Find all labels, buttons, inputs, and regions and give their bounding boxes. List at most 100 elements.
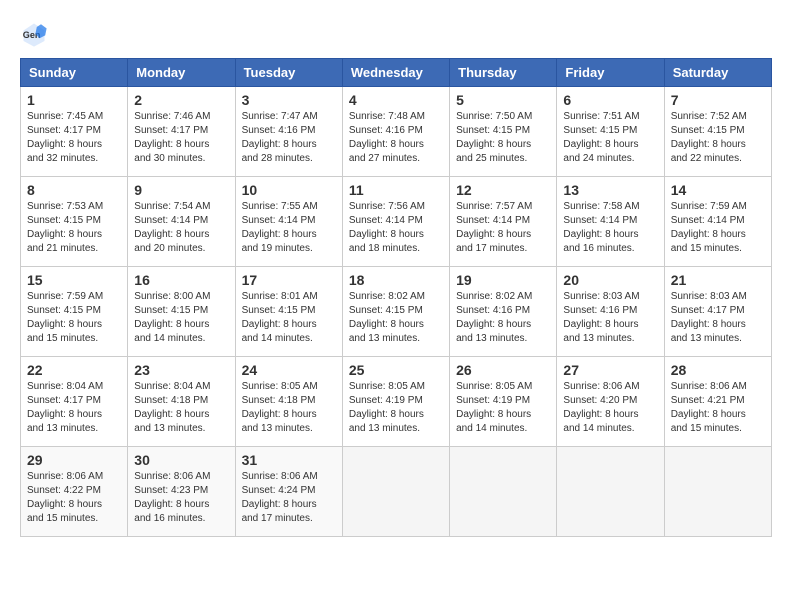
day-info: Sunrise: 8:06 AM Sunset: 4:24 PM Dayligh… — [242, 470, 336, 526]
sunrise-label: Sunrise: 8:04 AM — [134, 381, 210, 392]
sunrise-label: Sunrise: 7:47 AM — [242, 111, 318, 122]
calendar-cell: 16 Sunrise: 8:00 AM Sunset: 4:15 PM Dayl… — [128, 267, 235, 357]
day-info: Sunrise: 8:06 AM Sunset: 4:22 PM Dayligh… — [27, 470, 121, 526]
sunset-label: Sunset: 4:24 PM — [242, 485, 316, 496]
sunrise-label: Sunrise: 8:06 AM — [671, 381, 747, 392]
calendar-week-3: 15 Sunrise: 7:59 AM Sunset: 4:15 PM Dayl… — [21, 267, 772, 357]
day-number: 2 — [134, 92, 228, 108]
daylight-label: Daylight: 8 hours and 17 minutes. — [242, 499, 317, 524]
daylight-label: Daylight: 8 hours and 16 minutes. — [134, 499, 209, 524]
sunset-label: Sunset: 4:17 PM — [671, 305, 745, 316]
day-info: Sunrise: 7:58 AM Sunset: 4:14 PM Dayligh… — [563, 200, 657, 256]
sunset-label: Sunset: 4:23 PM — [134, 485, 208, 496]
sunset-label: Sunset: 4:14 PM — [242, 215, 316, 226]
col-header-sunday: Sunday — [21, 59, 128, 87]
calendar-cell: 10 Sunrise: 7:55 AM Sunset: 4:14 PM Dayl… — [235, 177, 342, 267]
calendar-cell: 26 Sunrise: 8:05 AM Sunset: 4:19 PM Dayl… — [450, 357, 557, 447]
sunset-label: Sunset: 4:15 PM — [27, 215, 101, 226]
day-info: Sunrise: 7:51 AM Sunset: 4:15 PM Dayligh… — [563, 110, 657, 166]
day-info: Sunrise: 8:00 AM Sunset: 4:15 PM Dayligh… — [134, 290, 228, 346]
day-info: Sunrise: 7:48 AM Sunset: 4:16 PM Dayligh… — [349, 110, 443, 166]
daylight-label: Daylight: 8 hours and 13 minutes. — [134, 409, 209, 434]
daylight-label: Daylight: 8 hours and 13 minutes. — [563, 319, 638, 344]
sunset-label: Sunset: 4:15 PM — [671, 125, 745, 136]
col-header-friday: Friday — [557, 59, 664, 87]
daylight-label: Daylight: 8 hours and 14 minutes. — [563, 409, 638, 434]
sunset-label: Sunset: 4:14 PM — [349, 215, 423, 226]
day-info: Sunrise: 8:05 AM Sunset: 4:19 PM Dayligh… — [349, 380, 443, 436]
daylight-label: Daylight: 8 hours and 27 minutes. — [349, 139, 424, 164]
calendar-cell: 30 Sunrise: 8:06 AM Sunset: 4:23 PM Dayl… — [128, 447, 235, 537]
calendar-cell: 7 Sunrise: 7:52 AM Sunset: 4:15 PM Dayli… — [664, 87, 771, 177]
day-number: 28 — [671, 362, 765, 378]
day-info: Sunrise: 7:46 AM Sunset: 4:17 PM Dayligh… — [134, 110, 228, 166]
day-number: 27 — [563, 362, 657, 378]
sunrise-label: Sunrise: 7:55 AM — [242, 201, 318, 212]
day-number: 20 — [563, 272, 657, 288]
daylight-label: Daylight: 8 hours and 15 minutes. — [671, 229, 746, 254]
sunrise-label: Sunrise: 8:05 AM — [349, 381, 425, 392]
day-info: Sunrise: 7:59 AM Sunset: 4:14 PM Dayligh… — [671, 200, 765, 256]
day-number: 9 — [134, 182, 228, 198]
day-number: 29 — [27, 452, 121, 468]
day-number: 14 — [671, 182, 765, 198]
day-info: Sunrise: 7:47 AM Sunset: 4:16 PM Dayligh… — [242, 110, 336, 166]
calendar-cell: 24 Sunrise: 8:05 AM Sunset: 4:18 PM Dayl… — [235, 357, 342, 447]
day-number: 15 — [27, 272, 121, 288]
sunset-label: Sunset: 4:17 PM — [27, 395, 101, 406]
sunset-label: Sunset: 4:17 PM — [134, 125, 208, 136]
sunrise-label: Sunrise: 7:57 AM — [456, 201, 532, 212]
calendar-cell: 15 Sunrise: 7:59 AM Sunset: 4:15 PM Dayl… — [21, 267, 128, 357]
calendar-cell: 28 Sunrise: 8:06 AM Sunset: 4:21 PM Dayl… — [664, 357, 771, 447]
sunset-label: Sunset: 4:16 PM — [242, 125, 316, 136]
day-info: Sunrise: 7:52 AM Sunset: 4:15 PM Dayligh… — [671, 110, 765, 166]
daylight-label: Daylight: 8 hours and 13 minutes. — [671, 319, 746, 344]
calendar-cell: 1 Sunrise: 7:45 AM Sunset: 4:17 PM Dayli… — [21, 87, 128, 177]
day-number: 13 — [563, 182, 657, 198]
logo: Gen — [20, 20, 54, 48]
calendar-cell: 18 Sunrise: 8:02 AM Sunset: 4:15 PM Dayl… — [342, 267, 449, 357]
sunrise-label: Sunrise: 8:00 AM — [134, 291, 210, 302]
day-number: 8 — [27, 182, 121, 198]
sunrise-label: Sunrise: 8:05 AM — [242, 381, 318, 392]
daylight-label: Daylight: 8 hours and 13 minutes. — [27, 409, 102, 434]
day-info: Sunrise: 7:54 AM Sunset: 4:14 PM Dayligh… — [134, 200, 228, 256]
calendar-week-5: 29 Sunrise: 8:06 AM Sunset: 4:22 PM Dayl… — [21, 447, 772, 537]
col-header-monday: Monday — [128, 59, 235, 87]
sunrise-label: Sunrise: 7:59 AM — [671, 201, 747, 212]
calendar-cell — [450, 447, 557, 537]
sunrise-label: Sunrise: 7:56 AM — [349, 201, 425, 212]
sunrise-label: Sunrise: 7:53 AM — [27, 201, 103, 212]
day-info: Sunrise: 8:02 AM Sunset: 4:16 PM Dayligh… — [456, 290, 550, 346]
daylight-label: Daylight: 8 hours and 13 minutes. — [456, 319, 531, 344]
day-info: Sunrise: 8:06 AM Sunset: 4:20 PM Dayligh… — [563, 380, 657, 436]
sunrise-label: Sunrise: 7:46 AM — [134, 111, 210, 122]
sunset-label: Sunset: 4:15 PM — [349, 305, 423, 316]
calendar-week-1: 1 Sunrise: 7:45 AM Sunset: 4:17 PM Dayli… — [21, 87, 772, 177]
daylight-label: Daylight: 8 hours and 14 minutes. — [134, 319, 209, 344]
day-number: 10 — [242, 182, 336, 198]
calendar-cell: 3 Sunrise: 7:47 AM Sunset: 4:16 PM Dayli… — [235, 87, 342, 177]
sunset-label: Sunset: 4:16 PM — [563, 305, 637, 316]
sunset-label: Sunset: 4:15 PM — [563, 125, 637, 136]
calendar-cell: 22 Sunrise: 8:04 AM Sunset: 4:17 PM Dayl… — [21, 357, 128, 447]
sunrise-label: Sunrise: 8:06 AM — [242, 471, 318, 482]
day-info: Sunrise: 7:53 AM Sunset: 4:15 PM Dayligh… — [27, 200, 121, 256]
calendar-cell — [342, 447, 449, 537]
day-info: Sunrise: 8:05 AM Sunset: 4:19 PM Dayligh… — [456, 380, 550, 436]
day-number: 3 — [242, 92, 336, 108]
daylight-label: Daylight: 8 hours and 24 minutes. — [563, 139, 638, 164]
sunset-label: Sunset: 4:14 PM — [134, 215, 208, 226]
day-info: Sunrise: 7:50 AM Sunset: 4:15 PM Dayligh… — [456, 110, 550, 166]
sunset-label: Sunset: 4:16 PM — [456, 305, 530, 316]
calendar-header-row: SundayMondayTuesdayWednesdayThursdayFrid… — [21, 59, 772, 87]
sunrise-label: Sunrise: 7:54 AM — [134, 201, 210, 212]
day-number: 1 — [27, 92, 121, 108]
sunset-label: Sunset: 4:15 PM — [27, 305, 101, 316]
calendar-cell: 2 Sunrise: 7:46 AM Sunset: 4:17 PM Dayli… — [128, 87, 235, 177]
daylight-label: Daylight: 8 hours and 15 minutes. — [27, 319, 102, 344]
sunset-label: Sunset: 4:15 PM — [242, 305, 316, 316]
sunrise-label: Sunrise: 7:50 AM — [456, 111, 532, 122]
logo-icon: Gen — [20, 20, 48, 48]
sunset-label: Sunset: 4:21 PM — [671, 395, 745, 406]
